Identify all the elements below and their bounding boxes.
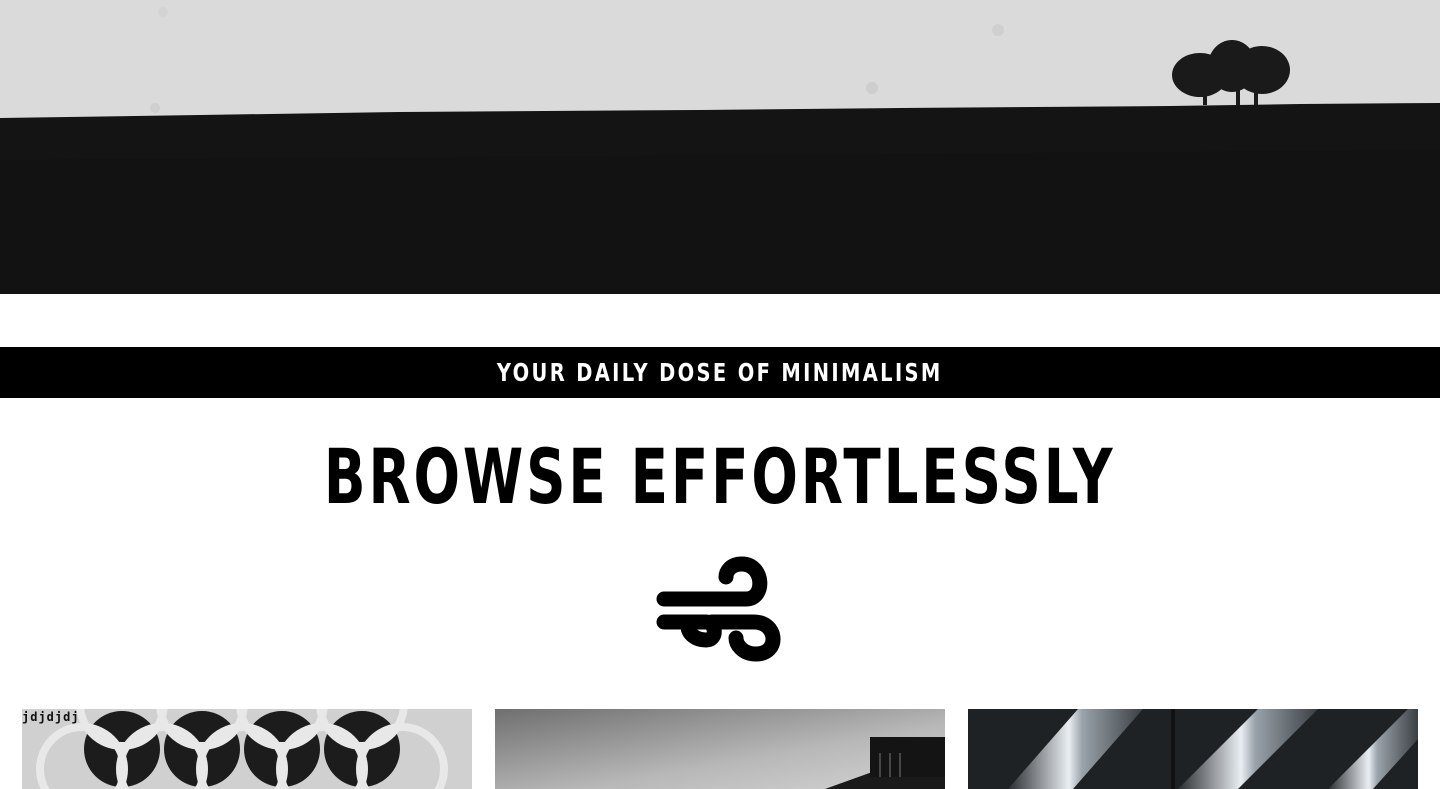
card-caption: jdjdjdj [22, 710, 80, 724]
gallery-card-2[interactable] [495, 709, 945, 789]
page-title: BROWSE EFFORTLESSLY [324, 432, 1116, 521]
section-heading: BROWSE EFFORTLESSLY [0, 432, 1440, 522]
gallery-card-1[interactable] [22, 709, 472, 789]
hero-landscape-image [0, 0, 1440, 294]
gallery-card-3[interactable] [968, 709, 1418, 789]
building-image [495, 709, 945, 789]
tagline-text: YOUR DAILY DOSE OF MINIMALISM [497, 358, 943, 387]
wind-icon [656, 556, 781, 662]
geometric-pattern-image [22, 709, 472, 789]
tagline-banner: YOUR DAILY DOSE OF MINIMALISM [0, 347, 1440, 398]
landscape-illustration [0, 0, 1440, 294]
metallic-bars-image [968, 709, 1418, 789]
